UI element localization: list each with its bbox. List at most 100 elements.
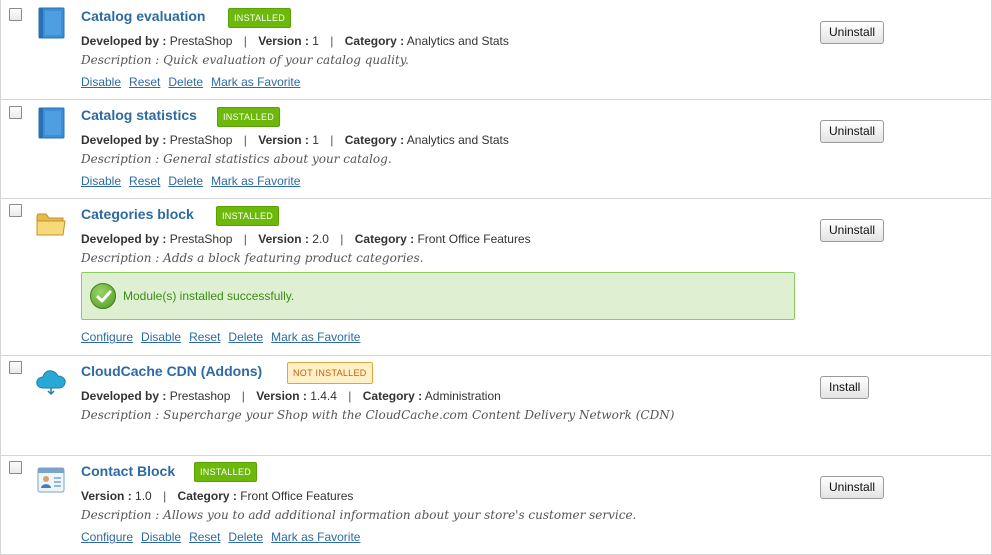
status-badge: INSTALLED bbox=[216, 206, 280, 226]
status-badge: INSTALLED bbox=[217, 107, 281, 127]
configure-link[interactable]: Configure bbox=[81, 330, 133, 344]
mark-as-favorite-link[interactable]: Mark as Favorite bbox=[271, 330, 360, 344]
disable-link[interactable]: Disable bbox=[81, 174, 121, 188]
disable-link[interactable]: Disable bbox=[141, 330, 181, 344]
description-text: Allows you to add additional information… bbox=[163, 508, 637, 522]
version-label: Version : bbox=[256, 389, 307, 403]
version-label: Version : bbox=[81, 489, 132, 503]
reset-link[interactable]: Reset bbox=[129, 174, 160, 188]
module-action-links: Disable Reset Delete Mark as Favorite bbox=[81, 174, 308, 188]
reset-link[interactable]: Reset bbox=[189, 530, 220, 544]
module-description: Description : Quick evaluation of your c… bbox=[81, 53, 409, 67]
version-label: Version : bbox=[258, 133, 309, 147]
developed-by-label: Developed by : bbox=[81, 232, 167, 246]
delete-link[interactable]: Delete bbox=[228, 530, 263, 544]
developer-value: PrestaShop bbox=[169, 34, 233, 48]
delete-link[interactable]: Delete bbox=[168, 174, 203, 188]
module-title[interactable]: Categories block bbox=[81, 206, 194, 222]
category-value: Analytics and Stats bbox=[406, 133, 509, 147]
book-icon bbox=[38, 107, 65, 139]
module-meta: Developed by : PrestaShop | Version : 2.… bbox=[81, 232, 531, 246]
category-value: Analytics and Stats bbox=[406, 34, 509, 48]
description-text: Adds a block featuring product categorie… bbox=[163, 251, 424, 265]
uninstall-button[interactable]: Uninstall bbox=[820, 21, 885, 44]
uninstall-button[interactable]: Uninstall bbox=[820, 476, 885, 499]
status-badge: NOT INSTALLED bbox=[287, 362, 373, 384]
description-text: General statistics about your catalog. bbox=[163, 152, 392, 166]
module-meta: Version : 1.0 | Category : Front Office … bbox=[81, 489, 354, 503]
module-meta: Developed by : Prestashop | Version : 1.… bbox=[81, 389, 501, 403]
module-description: Description : Adds a block featuring pro… bbox=[81, 251, 424, 265]
module-row-categories-block: Categories block INSTALLED Developed by … bbox=[1, 199, 991, 356]
mark-as-favorite-link[interactable]: Mark as Favorite bbox=[271, 530, 360, 544]
module-meta: Developed by : PrestaShop | Version : 1 … bbox=[81, 133, 509, 147]
module-action-links: Configure Disable Reset Delete Mark as Favor… bbox=[81, 530, 368, 544]
book-icon bbox=[38, 7, 65, 39]
delete-link[interactable]: Delete bbox=[168, 75, 203, 89]
module-row-cloudcache-cdn: CloudCache CDN (Addons) NOT INSTALLED De… bbox=[1, 356, 991, 456]
category-label: Category : bbox=[344, 34, 405, 48]
version-value: 1 bbox=[312, 34, 319, 48]
install-button[interactable]: Install bbox=[820, 376, 870, 399]
configure-link[interactable]: Configure bbox=[81, 530, 133, 544]
category-value: Administration bbox=[424, 389, 501, 403]
module-action-links: Configure Disable Reset Delete Mark as Favor… bbox=[81, 330, 368, 344]
uninstall-button[interactable]: Uninstall bbox=[820, 219, 885, 242]
module-row-catalog-evaluation: Catalog evaluation INSTALLED Developed b… bbox=[1, 0, 991, 100]
folder-icon bbox=[36, 213, 66, 236]
category-value: Front Office Features bbox=[240, 489, 354, 503]
module-title[interactable]: Contact Block bbox=[81, 463, 175, 479]
module-title[interactable]: CloudCache CDN (Addons) bbox=[81, 363, 262, 379]
contact-card-icon bbox=[37, 467, 65, 493]
cloud-icon bbox=[36, 370, 66, 396]
checkmark-icon bbox=[90, 283, 116, 309]
version-value: 1.0 bbox=[135, 489, 152, 503]
module-meta: Developed by : PrestaShop | Version : 1 … bbox=[81, 34, 509, 48]
category-label: Category : bbox=[362, 389, 423, 403]
description-text: Supercharge your Shop with the CloudCach… bbox=[163, 408, 675, 422]
developed-by-label: Developed by : bbox=[81, 133, 167, 147]
status-badge: INSTALLED bbox=[194, 462, 258, 482]
module-row-catalog-statistics: Catalog statistics INSTALLED Developed b… bbox=[1, 100, 991, 199]
developer-value: Prestashop bbox=[169, 389, 231, 403]
description-text: Quick evaluation of your catalog quality… bbox=[163, 53, 409, 67]
category-label: Category : bbox=[177, 489, 237, 503]
module-checkbox[interactable] bbox=[9, 204, 22, 217]
reset-link[interactable]: Reset bbox=[189, 330, 220, 344]
version-value: 2.0 bbox=[312, 232, 329, 246]
developed-by-label: Developed by : bbox=[81, 389, 167, 403]
module-checkbox[interactable] bbox=[9, 106, 22, 119]
description-label: Description : bbox=[81, 251, 160, 265]
module-checkbox[interactable] bbox=[9, 461, 22, 474]
reset-link[interactable]: Reset bbox=[129, 75, 160, 89]
module-row-contact-block: Contact Block INSTALLED Version : 1.0 | … bbox=[1, 456, 991, 555]
module-description: Description : Supercharge your Shop with… bbox=[81, 408, 674, 422]
success-alert: Module(s) installed successfully. bbox=[81, 272, 795, 320]
category-value: Front Office Features bbox=[417, 232, 531, 246]
developer-value: PrestaShop bbox=[169, 232, 233, 246]
developer-value: PrestaShop bbox=[169, 133, 233, 147]
version-label: Version : bbox=[258, 34, 309, 48]
module-description: Description : General statistics about y… bbox=[81, 152, 392, 166]
success-message: Module(s) installed successfully. bbox=[123, 289, 295, 303]
category-label: Category : bbox=[354, 232, 415, 246]
status-badge: INSTALLED bbox=[228, 8, 292, 28]
module-title[interactable]: Catalog evaluation bbox=[81, 8, 205, 24]
disable-link[interactable]: Disable bbox=[141, 530, 181, 544]
delete-link[interactable]: Delete bbox=[228, 330, 263, 344]
mark-as-favorite-link[interactable]: Mark as Favorite bbox=[211, 75, 300, 89]
module-title[interactable]: Catalog statistics bbox=[81, 107, 197, 123]
module-checkbox[interactable] bbox=[9, 8, 22, 21]
description-label: Description : bbox=[81, 53, 160, 67]
uninstall-button[interactable]: Uninstall bbox=[820, 120, 885, 143]
description-label: Description : bbox=[81, 152, 160, 166]
module-list: Catalog evaluation INSTALLED Developed b… bbox=[0, 0, 992, 555]
version-value: 1.4.4 bbox=[310, 389, 337, 403]
description-label: Description : bbox=[81, 408, 160, 422]
description-label: Description : bbox=[81, 508, 160, 522]
disable-link[interactable]: Disable bbox=[81, 75, 121, 89]
module-action-links: Disable Reset Delete Mark as Favorite bbox=[81, 75, 308, 89]
developed-by-label: Developed by : bbox=[81, 34, 167, 48]
mark-as-favorite-link[interactable]: Mark as Favorite bbox=[211, 174, 300, 188]
module-checkbox[interactable] bbox=[9, 361, 22, 374]
